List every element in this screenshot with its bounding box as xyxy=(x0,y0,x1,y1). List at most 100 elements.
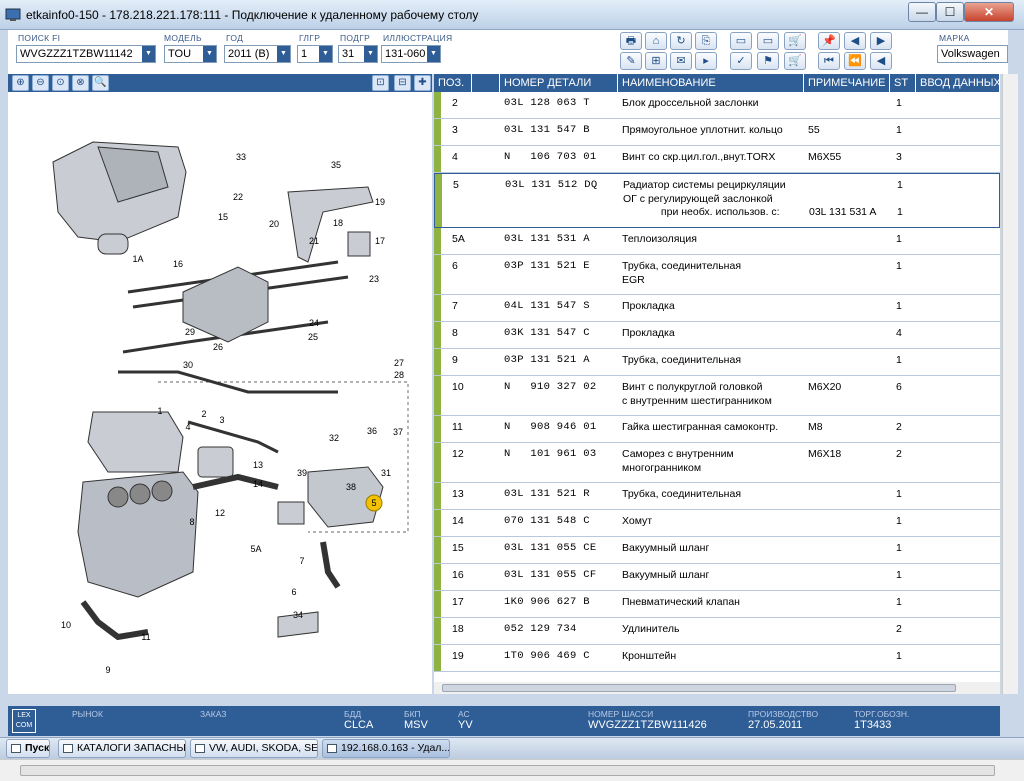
callout-label[interactable]: 13 xyxy=(253,460,263,470)
chevron-down-icon[interactable]: ▼ xyxy=(142,46,155,62)
year-select[interactable]: 2011 (B) ▼ xyxy=(224,45,291,63)
col-name-header[interactable]: НАИМЕНОВАНИЕ xyxy=(618,74,804,92)
close-button[interactable]: ✕ xyxy=(964,2,1014,22)
callout-label[interactable]: 28 xyxy=(394,370,404,380)
play-button[interactable]: ▸ xyxy=(695,52,717,70)
col-input-header[interactable]: ВВОД ДАННЫХ xyxy=(916,74,1000,92)
callout-label[interactable]: 1 xyxy=(157,406,162,416)
model-select[interactable]: TOU ▼ xyxy=(164,45,217,63)
callout-label[interactable]: 10 xyxy=(61,620,71,630)
print-button[interactable]: 🖶 xyxy=(620,32,642,50)
callout-label[interactable]: 34 xyxy=(293,610,303,620)
table-row[interactable]: 5 03L 131 512 DQ Радиатор системы рециркул… xyxy=(434,173,1000,228)
mail-button[interactable]: ✉ xyxy=(670,52,692,70)
table-row[interactable]: 8 03K 131 547 C Прокладка 4 xyxy=(434,322,1000,349)
back-button[interactable]: ◀ xyxy=(870,52,892,70)
table-row[interactable]: 7 04L 131 547 S Прокладка 1 xyxy=(434,295,1000,322)
callout-label[interactable]: 7 xyxy=(299,556,304,566)
callout-label[interactable]: 33 xyxy=(236,152,246,162)
callout-label[interactable]: 32 xyxy=(329,433,339,443)
cart-add-button[interactable]: 🛒 xyxy=(784,52,806,70)
parts-diagram[interactable]: 1A 161533222035191821 17232924252627283036… xyxy=(8,92,432,694)
first-button[interactable]: ⏮ xyxy=(818,52,840,70)
callout-label[interactable]: 37 xyxy=(393,427,403,437)
taskbar-item-remote[interactable]: 192.168.0.163 - Удал... xyxy=(322,739,450,758)
edit-button[interactable]: ✎ xyxy=(620,52,642,70)
chevron-down-icon[interactable]: ▼ xyxy=(427,46,440,62)
table-row[interactable]: 9 03P 131 521 A Трубка, соединительная 1 xyxy=(434,349,1000,376)
callout-label[interactable]: 19 xyxy=(375,197,385,207)
table-row[interactable]: 15 03L 131 055 CE Вакуумный шланг 1 xyxy=(434,537,1000,564)
chevron-down-icon[interactable]: ▼ xyxy=(364,46,377,62)
callout-label[interactable]: 27 xyxy=(394,358,404,368)
copy-button[interactable]: ⎘ xyxy=(695,32,717,50)
callout-label[interactable]: 14 xyxy=(253,479,263,489)
callout-label[interactable]: 30 xyxy=(183,360,193,370)
rewind-button[interactable]: ⏪ xyxy=(844,52,866,70)
pin-button[interactable]: 📌 xyxy=(818,32,840,50)
callout-label[interactable]: 1A xyxy=(132,254,143,264)
callout-label[interactable]: 5A xyxy=(250,544,261,554)
vertical-scrollbar[interactable] xyxy=(1002,74,1018,694)
table-row[interactable]: 10 N 910 327 02 Винт с полукруглой головко… xyxy=(434,376,1000,416)
col-part-header[interactable]: НОМЕР ДЕТАЛИ xyxy=(500,74,618,92)
next-button[interactable]: ▶ xyxy=(870,32,892,50)
callout-label[interactable]: 38 xyxy=(346,482,356,492)
callout-label[interactable]: 22 xyxy=(233,192,243,202)
callout-label[interactable]: 3 xyxy=(219,415,224,425)
callout-label[interactable]: 9 xyxy=(105,665,110,675)
table-row[interactable]: 19 1T0 906 469 C Кронштейн 1 xyxy=(434,645,1000,672)
monitor-button[interactable]: ▭ xyxy=(757,32,779,50)
elsa-button[interactable]: ▭ xyxy=(730,32,752,50)
col-note-header[interactable]: ПРИМЕЧАНИЕ xyxy=(804,74,890,92)
search-input[interactable]: WVGZZZ1TZBW11142 ▼ xyxy=(16,45,156,63)
brand-select[interactable]: Volkswagen xyxy=(937,45,1008,63)
table-row[interactable]: 16 03L 131 055 CF Вакуумный шланг 1 xyxy=(434,564,1000,591)
subgroup-select[interactable]: 31 ▼ xyxy=(338,45,378,63)
table-row[interactable]: 3 03L 131 547 B Прямоугольное уплотнит. ко… xyxy=(434,119,1000,146)
prev-button[interactable]: ◀ xyxy=(844,32,866,50)
callout-label[interactable]: 36 xyxy=(367,426,377,436)
callout-label[interactable]: 6 xyxy=(291,587,296,597)
scroll-thumb[interactable] xyxy=(442,684,956,692)
group-select[interactable]: 1 ▼ xyxy=(297,45,333,63)
maximize-button[interactable]: ☐ xyxy=(936,2,964,22)
taskbar-item-vw[interactable]: VW, AUDI, SKODA, SEAT xyxy=(190,739,318,758)
start-button[interactable]: Пуск xyxy=(6,739,50,758)
table-row[interactable]: 17 1K0 906 627 B Пневматический клапан 1 xyxy=(434,591,1000,618)
grid-button[interactable]: ⊞ xyxy=(645,52,667,70)
table-row[interactable]: 6 03P 131 521 E Трубка, соединительная EGR… xyxy=(434,255,1000,295)
refresh-button[interactable]: ↻ xyxy=(670,32,692,50)
zoom-fit-icon[interactable]: ⊙ xyxy=(52,75,69,91)
flag-button[interactable]: ⚑ xyxy=(757,52,779,70)
layout-icon[interactable]: ⊡ xyxy=(372,75,389,91)
zoom-in-icon[interactable]: ⊕ xyxy=(12,75,29,91)
callout-label[interactable]: 16 xyxy=(173,259,183,269)
bottom-scrollbar[interactable] xyxy=(0,759,1024,781)
cart-button[interactable]: 🛒 xyxy=(784,32,806,50)
callout-label[interactable]: 8 xyxy=(189,517,194,527)
taskbar-item-catalogs[interactable]: КАТАЛОГИ ЗАПАСНЫХ ... xyxy=(58,739,186,758)
callout-label[interactable]: 15 xyxy=(218,212,228,222)
callout-label[interactable]: 31 xyxy=(381,468,391,478)
list-view-icon[interactable]: ⊟ xyxy=(394,75,411,91)
callout-label[interactable]: 23 xyxy=(369,274,379,284)
callout-label[interactable]: 20 xyxy=(269,219,279,229)
callout-label[interactable]: 12 xyxy=(215,508,225,518)
illustration-select[interactable]: 131-060 ▼ xyxy=(381,45,441,63)
move-icon[interactable]: ✚ xyxy=(414,75,431,91)
home-button[interactable]: ⌂ xyxy=(645,32,667,50)
callout-label[interactable]: 18 xyxy=(333,218,343,228)
col-pos-header[interactable]: ПОЗ. xyxy=(434,74,472,92)
callout-label[interactable]: 17 xyxy=(375,236,385,246)
callout-label[interactable]: 26 xyxy=(213,342,223,352)
table-row[interactable]: 18 052 129 734 Удлинитель 2 xyxy=(434,618,1000,645)
table-row[interactable]: 2 03L 128 063 T Блок дроссельной заслонки 1 xyxy=(434,92,1000,119)
callout-label[interactable]: 11 xyxy=(141,632,150,642)
table-row[interactable]: 11 N 908 946 01 Гайка шестигранная самокон… xyxy=(434,416,1000,443)
callout-label[interactable]: 35 xyxy=(331,160,341,170)
check-button[interactable]: ✓ xyxy=(730,52,752,70)
col-qty-header[interactable]: ST xyxy=(890,74,916,92)
magnifier-icon[interactable]: 🔍 xyxy=(92,75,109,91)
table-row[interactable]: 5A 03L 131 531 A Теплоизоляция 1 xyxy=(434,228,1000,255)
